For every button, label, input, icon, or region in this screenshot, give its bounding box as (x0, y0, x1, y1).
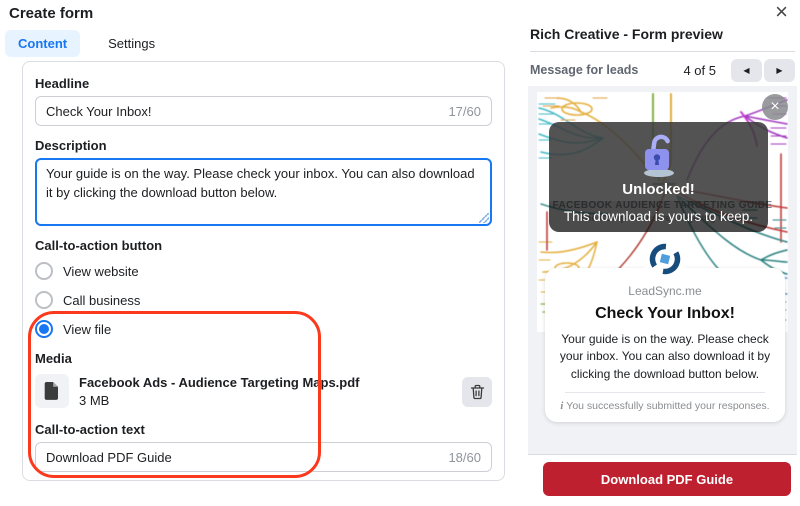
cta-button-label: Call-to-action button (35, 238, 492, 253)
cta-text-input-wrap: 18/60 (35, 442, 492, 472)
radio-call-business[interactable]: Call business (35, 290, 492, 310)
cta-text-counter: 18/60 (448, 450, 481, 465)
preview-footnote: iYou successfully submitted your respons… (545, 400, 785, 412)
headline-input[interactable] (46, 104, 440, 119)
info-icon: i (560, 401, 563, 412)
radio-circle-icon[interactable] (35, 291, 53, 309)
leadsync-logo (643, 237, 687, 281)
tab-settings[interactable]: Settings (95, 30, 168, 57)
tab-content[interactable]: Content (5, 30, 80, 57)
radio-circle-checked-icon[interactable] (35, 320, 53, 338)
description-input[interactable]: Your guide is on the way. Please check y… (46, 165, 481, 219)
pager-prev-button[interactable]: ◀ (731, 59, 762, 82)
media-file-info: Facebook Ads - Audience Targeting Maps.p… (35, 374, 360, 409)
lead-preview-card: LeadSync.me Check Your Inbox! Your guide… (545, 268, 785, 422)
preview-canvas: FACEBOOK AUDIENCE TARGETING GUIDE The Co… (528, 86, 797, 455)
resize-handle-icon[interactable] (479, 213, 489, 223)
unlocked-subtitle: This download is yours to keep. (549, 201, 768, 232)
footnote-text: You successfully submitted your response… (566, 400, 769, 412)
document-icon (35, 374, 69, 408)
headline-counter: 17/60 (448, 104, 481, 119)
headline-label: Headline (35, 76, 492, 91)
pager-label: Message for leads (530, 63, 683, 77)
unlocked-overlay-top: Unlocked! (549, 122, 768, 201)
unlocked-overlay: Unlocked! This download is yours to keep… (549, 122, 768, 232)
description-input-wrap: Your guide is on the way. Please check y… (35, 158, 492, 226)
pager-next-button[interactable]: ▶ (764, 59, 795, 82)
radio-label: View file (63, 322, 111, 337)
radio-circle-icon[interactable] (35, 262, 53, 280)
media-file-row: Facebook Ads - Audience Targeting Maps.p… (35, 374, 492, 409)
pager-position: 4 of 5 (683, 63, 716, 78)
close-icon[interactable]: × (771, 0, 792, 24)
file-name: Facebook Ads - Audience Targeting Maps.p… (79, 374, 360, 392)
headline-input-wrap: 17/60 (35, 96, 492, 126)
close-icon: × (770, 98, 779, 116)
preview-headline: Check Your Inbox! (545, 305, 785, 323)
preview-body-text: Your guide is on the way. Please check y… (559, 331, 771, 383)
divider (565, 392, 765, 393)
tab-bar: Content Settings (5, 30, 168, 57)
preview-image-close-button[interactable]: × (762, 94, 788, 120)
radio-label: View website (63, 264, 139, 279)
chevron-left-icon: ◀ (743, 66, 749, 75)
radio-label: Call business (63, 293, 140, 308)
media-label: Media (35, 351, 492, 366)
unlocked-padlock-icon (639, 131, 679, 177)
download-pdf-button[interactable]: Download PDF Guide (543, 462, 791, 496)
form-content-card: Headline 17/60 Description Your guide is… (22, 61, 505, 481)
delete-file-button[interactable] (462, 377, 492, 407)
trash-icon (470, 384, 485, 400)
create-form-dialog: Create form × Content Settings Headline … (0, 0, 800, 506)
preview-pager: Message for leads 4 of 5 ◀ ▶ (530, 58, 795, 82)
annotated-section: View file Media Facebook Ads - Audience … (35, 319, 492, 472)
cta-text-label: Call-to-action text (35, 422, 492, 437)
preview-title: Rich Creative - Form preview (530, 26, 723, 42)
description-label: Description (35, 138, 492, 153)
unlocked-title: Unlocked! (622, 181, 695, 198)
cta-text-input[interactable] (46, 450, 440, 465)
chevron-right-icon: ▶ (776, 66, 782, 75)
divider (530, 51, 795, 52)
file-size: 3 MB (79, 392, 360, 410)
page-title: Create form (9, 5, 93, 22)
radio-view-file[interactable]: View file (35, 319, 492, 339)
radio-view-website[interactable]: View website (35, 261, 492, 281)
